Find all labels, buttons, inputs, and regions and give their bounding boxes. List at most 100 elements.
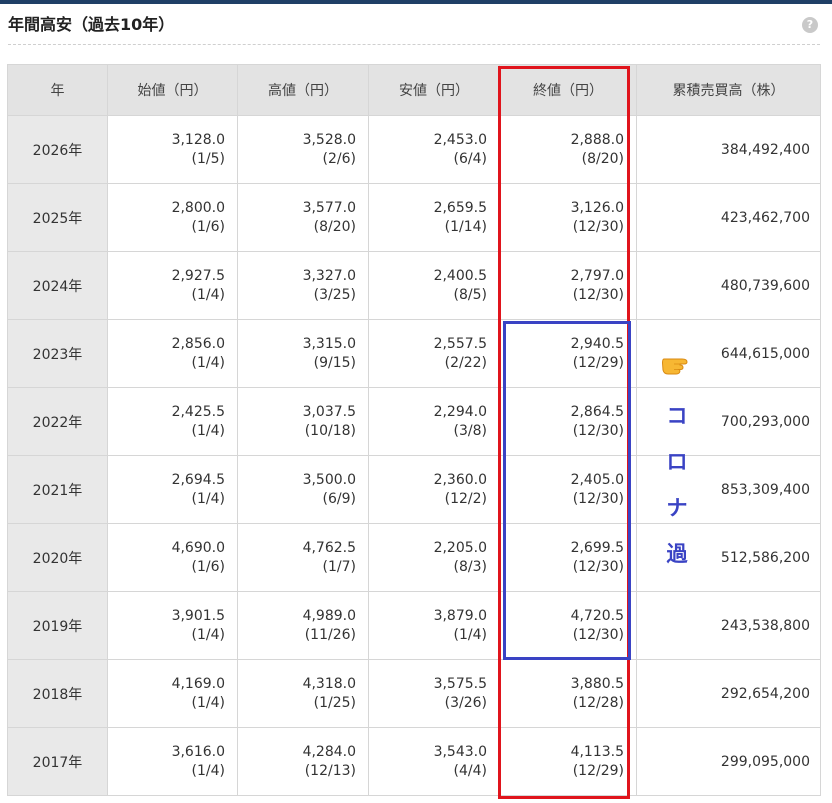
volume-cell: 292,654,200: [636, 659, 821, 728]
header-low: 安値（円）: [368, 64, 500, 116]
price-value: 3,315.0: [302, 335, 356, 352]
price-date: (12/30): [572, 490, 624, 507]
price-value: 3,543.0: [433, 743, 487, 760]
year-cell: 2021年: [7, 455, 108, 524]
price-value: 2,400.5: [433, 267, 487, 284]
close-price-cell: 3,126.0 (12/30): [499, 183, 637, 252]
price-date: (1/7): [322, 558, 356, 575]
price-value: 4,169.0: [171, 675, 225, 692]
price-value: 2,659.5: [433, 199, 487, 216]
high-price-cell: 3,327.0 (3/25): [237, 251, 369, 320]
price-value: 3,327.0: [302, 267, 356, 284]
price-value: 2,927.5: [171, 267, 225, 284]
table-row: 2019年 3,901.5 (1/4) 4,989.0 (11/26) 3,879.0 (1…: [7, 591, 821, 660]
price-date: (2/6): [322, 150, 356, 167]
low-price-cell: 3,543.0 (4/4): [368, 727, 500, 796]
price-value: 3,500.0: [302, 471, 356, 488]
open-price-cell: 2,856.0 (1/4): [107, 319, 238, 388]
price-date: (1/4): [191, 354, 225, 371]
price-date: (1/5): [191, 150, 225, 167]
open-price-cell: 2,927.5 (1/4): [107, 251, 238, 320]
price-date: (1/4): [191, 422, 225, 439]
annual-high-low-table: 年 始値（円） 高値（円） 安値（円） 終値（円） 累積売買高（株） 2026年…: [7, 64, 821, 796]
low-price-cell: 2,400.5 (8/5): [368, 251, 500, 320]
price-date: (8/20): [313, 218, 356, 235]
price-date: (12/30): [572, 286, 624, 303]
price-value: 2,425.5: [171, 403, 225, 420]
high-price-cell: 3,577.0 (8/20): [237, 183, 369, 252]
price-value: 3,126.0: [570, 199, 624, 216]
price-date: (9/15): [313, 354, 356, 371]
price-value: 2,864.5: [570, 403, 624, 420]
high-price-cell: 3,500.0 (6/9): [237, 455, 369, 524]
price-date: (12/29): [572, 354, 624, 371]
low-price-cell: 2,659.5 (1/14): [368, 183, 500, 252]
price-date: (8/5): [453, 286, 487, 303]
low-price-cell: 2,205.0 (8/3): [368, 523, 500, 592]
price-date: (2/22): [444, 354, 487, 371]
price-value: 2,405.0: [570, 471, 624, 488]
close-price-cell: 4,113.5 (12/29): [499, 727, 637, 796]
close-price-cell: 4,720.5 (12/30): [499, 591, 637, 660]
header-year: 年: [7, 64, 108, 116]
volume-cell: 384,492,400: [636, 115, 821, 184]
header-close: 終値（円）: [499, 64, 637, 116]
open-price-cell: 3,901.5 (1/4): [107, 591, 238, 660]
price-date: (12/30): [572, 422, 624, 439]
open-price-cell: 4,169.0 (1/4): [107, 659, 238, 728]
volume-cell: 423,462,700: [636, 183, 821, 252]
high-price-cell: 4,762.5 (1/7): [237, 523, 369, 592]
table-row: 2017年 3,616.0 (1/4) 4,284.0 (12/13) 3,543.0 (4…: [7, 727, 821, 796]
price-value: 4,690.0: [171, 539, 225, 556]
title-divider: [8, 44, 820, 45]
table-row: 2025年 2,800.0 (1/6) 3,577.0 (8/20) 2,659.5 (1/…: [7, 183, 821, 252]
table-body: 2026年 3,128.0 (1/5) 3,528.0 (2/6) 2,453.0 (6/4…: [7, 115, 821, 796]
price-date: (6/9): [322, 490, 356, 507]
volume-cell: 480,739,600: [636, 251, 821, 320]
price-value: 4,762.5: [302, 539, 356, 556]
price-date: (1/4): [191, 694, 225, 711]
covid-label-char: 過: [666, 542, 688, 566]
close-price-cell: 2,405.0 (12/30): [499, 455, 637, 524]
high-price-cell: 3,037.5 (10/18): [237, 387, 369, 456]
price-value: 3,128.0: [171, 131, 225, 148]
price-value: 2,800.0: [171, 199, 225, 216]
table-row: 2026年 3,128.0 (1/5) 3,528.0 (2/6) 2,453.0 (6/4…: [7, 115, 821, 184]
section-title: 年間高安（過去10年）: [8, 15, 175, 34]
price-value: 4,720.5: [570, 607, 624, 624]
high-price-cell: 4,318.0 (1/25): [237, 659, 369, 728]
price-value: 2,856.0: [171, 335, 225, 352]
covid-label-char: ナ: [666, 496, 688, 520]
covid-label-char: ロ: [666, 450, 688, 474]
table-row: 2021年 2,694.5 (1/4) 3,500.0 (6/9) 2,360.0 (12/…: [7, 455, 821, 524]
price-value: 3,577.0: [302, 199, 356, 216]
open-price-cell: 3,616.0 (1/4): [107, 727, 238, 796]
price-date: (12/30): [572, 218, 624, 235]
price-date: (1/14): [444, 218, 487, 235]
price-date: (12/28): [572, 694, 624, 711]
price-value: 2,694.5: [171, 471, 225, 488]
close-price-cell: 3,880.5 (12/28): [499, 659, 637, 728]
low-price-cell: 3,575.5 (3/26): [368, 659, 500, 728]
price-date: (3/8): [453, 422, 487, 439]
table-row: 2024年 2,927.5 (1/4) 3,327.0 (3/25) 2,400.5 (8/…: [7, 251, 821, 320]
table-row: 2020年 4,690.0 (1/6) 4,762.5 (1/7) 2,205.0 (8/3…: [7, 523, 821, 592]
help-icon[interactable]: ?: [802, 17, 818, 33]
price-value: 3,037.5: [302, 403, 356, 420]
price-date: (12/13): [304, 762, 356, 779]
price-value: 2,205.0: [433, 539, 487, 556]
price-date: (12/30): [572, 558, 624, 575]
year-cell: 2022年: [7, 387, 108, 456]
price-date: (1/6): [191, 558, 225, 575]
low-price-cell: 2,360.0 (12/2): [368, 455, 500, 524]
close-price-cell: 2,888.0 (8/20): [499, 115, 637, 184]
price-date: (8/3): [453, 558, 487, 575]
price-value: 2,294.0: [433, 403, 487, 420]
low-price-cell: 3,879.0 (1/4): [368, 591, 500, 660]
close-price-cell: 2,699.5 (12/30): [499, 523, 637, 592]
year-cell: 2023年: [7, 319, 108, 388]
year-cell: 2020年: [7, 523, 108, 592]
high-price-cell: 4,284.0 (12/13): [237, 727, 369, 796]
price-value: 3,575.5: [433, 675, 487, 692]
price-value: 3,528.0: [302, 131, 356, 148]
